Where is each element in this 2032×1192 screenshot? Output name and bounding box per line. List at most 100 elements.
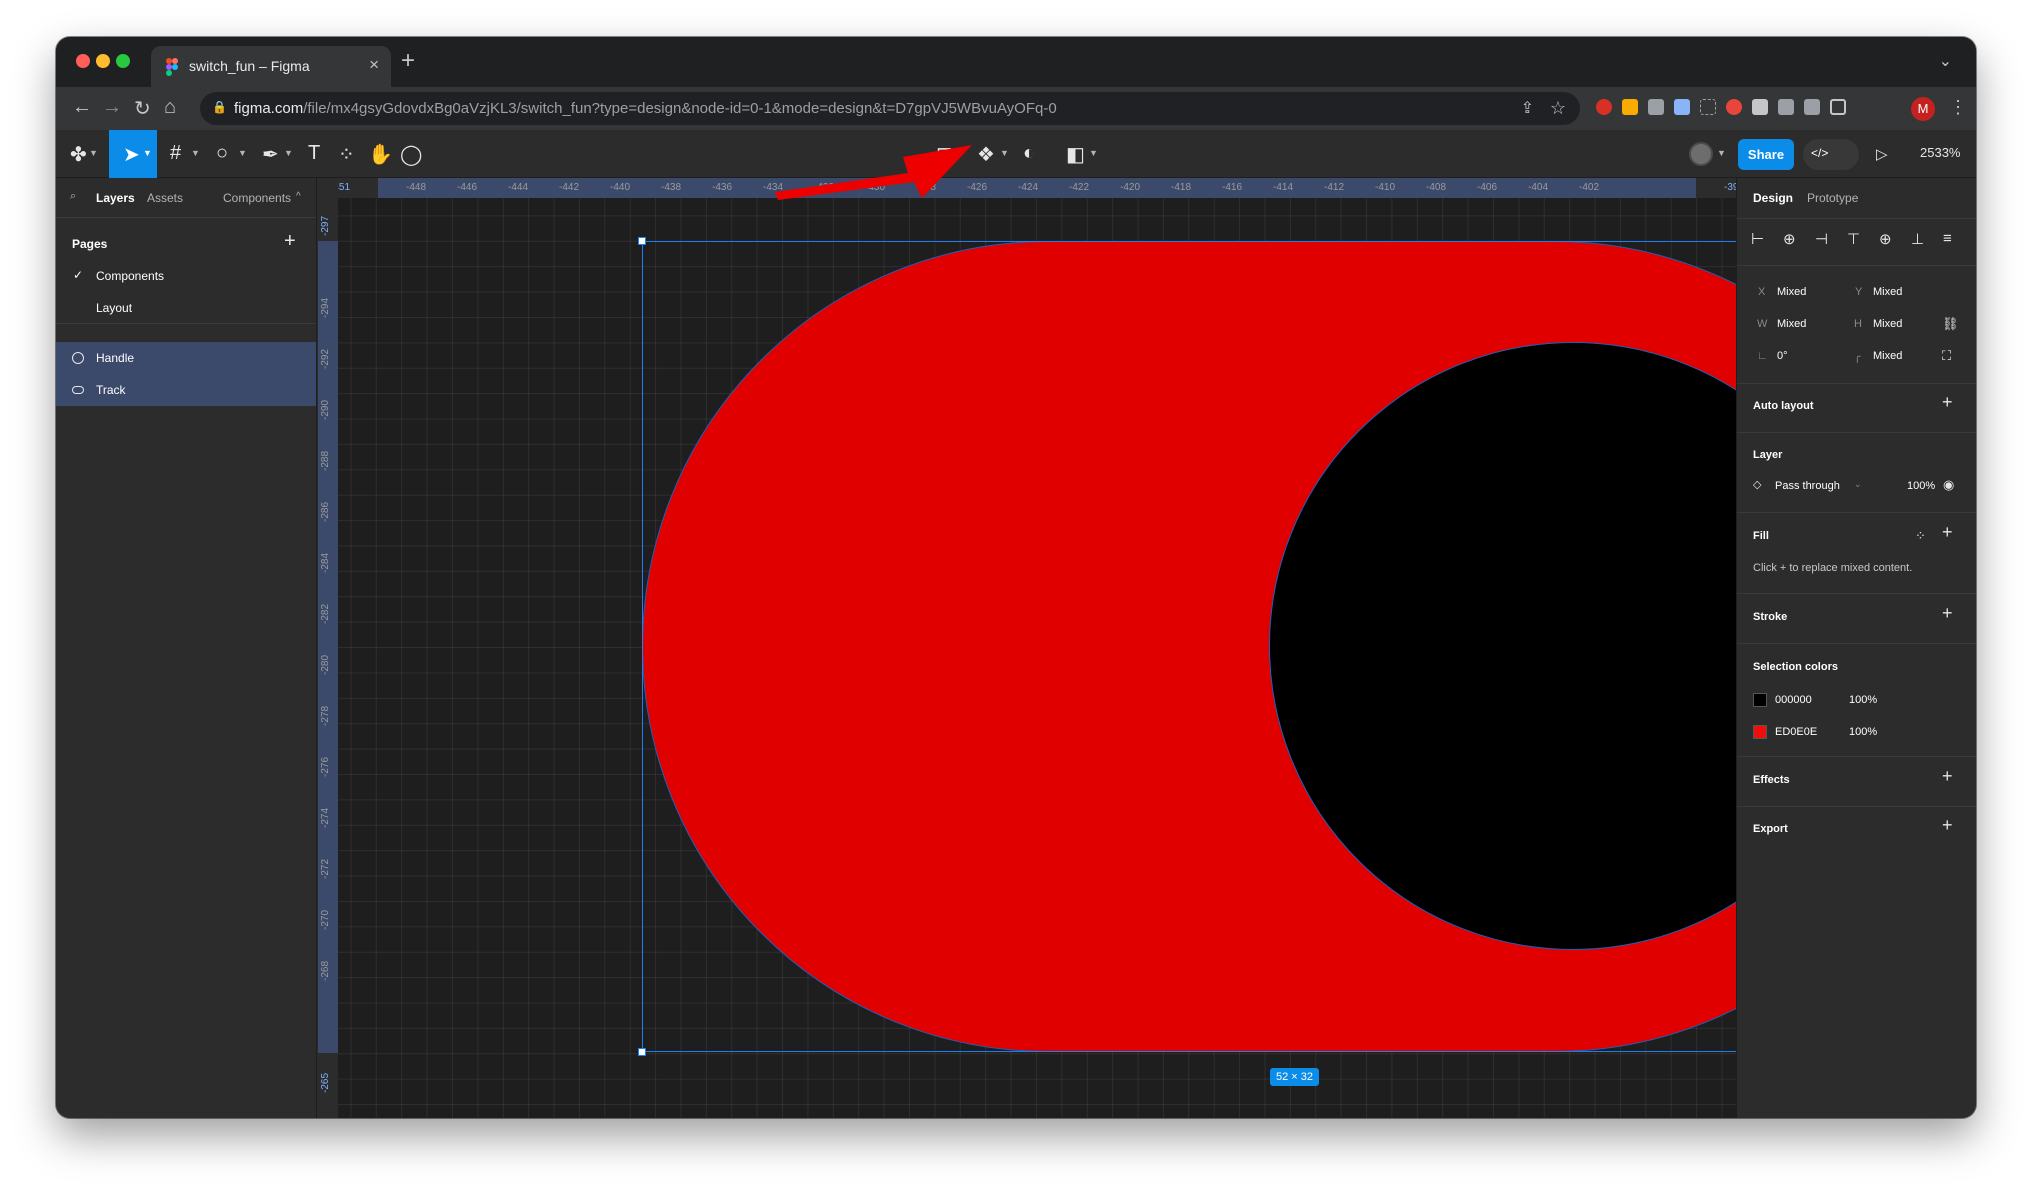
extensions-puzzle-icon[interactable] xyxy=(1752,99,1768,115)
crop-icon[interactable]: ⊞ xyxy=(936,142,953,167)
chevron-down-icon[interactable]: ⌄ xyxy=(1854,479,1862,490)
selection-color-opacity[interactable]: 100% xyxy=(1849,726,1877,738)
add-export-icon[interactable]: + xyxy=(1942,815,1953,836)
browser-tab[interactable]: switch_fun – Figma × xyxy=(151,46,391,87)
h-field[interactable]: Mixed xyxy=(1873,318,1902,330)
independent-corners-icon[interactable]: ⛶ xyxy=(1942,348,1951,364)
align-top-icon[interactable]: ⊤ xyxy=(1847,230,1860,248)
distribute-icon[interactable]: ≡ xyxy=(1943,230,1952,247)
add-effect-icon[interactable]: + xyxy=(1942,766,1953,787)
back-icon[interactable]: ← xyxy=(72,96,92,119)
style-grid-icon[interactable]: ⁘ xyxy=(1915,528,1926,544)
rotation-field[interactable]: 0° xyxy=(1777,350,1788,362)
chevron-down-icon[interactable]: ▼ xyxy=(143,148,152,158)
reading-list-icon[interactable] xyxy=(1778,99,1794,115)
chevron-down-icon[interactable]: ▼ xyxy=(284,148,293,158)
align-vertical-center-icon[interactable]: ⊕ xyxy=(1879,230,1892,248)
extension-blue-icon[interactable] xyxy=(1674,99,1690,115)
close-window-button[interactable] xyxy=(76,54,90,68)
color-swatch-red[interactable] xyxy=(1753,725,1767,739)
dev-mode-toggle[interactable]: </> xyxy=(1803,139,1859,170)
new-tab-button[interactable]: + xyxy=(401,47,415,75)
zoom-level[interactable]: 2533% xyxy=(1920,145,1960,160)
layer-item-handle[interactable]: Handle xyxy=(56,342,316,374)
chevron-up-icon[interactable]: ^ xyxy=(296,191,301,202)
add-auto-layout-icon[interactable]: + xyxy=(1942,392,1953,413)
side-panel-icon[interactable] xyxy=(1830,99,1846,115)
extension-camera-icon[interactable] xyxy=(1648,99,1664,115)
play-icon[interactable]: ▷ xyxy=(1876,145,1888,163)
layer-item-track[interactable]: Track xyxy=(56,374,316,406)
resources-icon[interactable]: ⁘ xyxy=(338,142,355,167)
pen-tool-icon[interactable]: ✒ xyxy=(262,142,279,167)
design-canvas[interactable]: -451 -448 -446 -444 -442 -440 -438 -436 -434 -432… xyxy=(318,178,1792,1118)
share-page-icon[interactable]: ⇪ xyxy=(1521,98,1534,118)
chevron-down-icon[interactable]: ▼ xyxy=(238,148,247,158)
chevron-down-icon[interactable]: ▼ xyxy=(1089,148,1098,158)
color-swatch-black[interactable] xyxy=(1753,693,1767,707)
align-bottom-icon[interactable]: ⊥ xyxy=(1911,230,1924,248)
user-avatar[interactable] xyxy=(1689,142,1713,166)
chevron-down-icon[interactable]: ▼ xyxy=(191,148,200,158)
tab-prototype[interactable]: Prototype xyxy=(1807,191,1858,205)
tab-assets[interactable]: Assets xyxy=(147,191,183,205)
search-icon[interactable]: ⌕ xyxy=(70,190,76,203)
comment-tool-icon[interactable]: ◯ xyxy=(400,142,422,167)
bookmark-star-icon[interactable]: ☆ xyxy=(1550,98,1566,119)
selection-color-hex[interactable]: 000000 xyxy=(1775,694,1812,706)
add-fill-icon[interactable]: + xyxy=(1942,522,1953,543)
hand-tool-icon[interactable]: ✋ xyxy=(368,142,393,167)
component-icon[interactable]: ❖ xyxy=(977,142,995,167)
frame-tool-icon[interactable]: # xyxy=(170,142,181,165)
extension-dashed-icon[interactable] xyxy=(1700,99,1716,115)
selection-color-opacity[interactable]: 100% xyxy=(1849,694,1877,706)
minimize-window-button[interactable] xyxy=(96,54,110,68)
figma-menu-icon[interactable]: ✤ xyxy=(70,142,87,167)
url-text[interactable]: figma.com/file/mx4gsyGdovdxBg0aVzjKL3/sw… xyxy=(234,100,1057,117)
extension-badge-icon[interactable] xyxy=(1726,99,1742,115)
browser-menu-icon[interactable]: ⋮ xyxy=(1949,97,1967,118)
lock-icon[interactable]: 🔒 xyxy=(212,100,227,114)
address-bar[interactable]: 🔒 figma.com/file/mx4gsyGdovdxBg0aVzjKL3/… xyxy=(200,92,1580,125)
text-tool-icon[interactable]: T xyxy=(308,142,320,165)
forward-icon[interactable]: → xyxy=(102,96,122,119)
align-left-icon[interactable]: ⊢ xyxy=(1751,230,1764,248)
align-horizontal-center-icon[interactable]: ⊕ xyxy=(1783,230,1796,248)
extension-red-icon[interactable] xyxy=(1596,99,1612,115)
page-item-layout[interactable]: Layout xyxy=(56,292,316,324)
zoom-window-button[interactable] xyxy=(116,54,130,68)
chevron-down-icon[interactable]: ▼ xyxy=(1717,148,1726,158)
add-stroke-icon[interactable]: + xyxy=(1942,603,1953,624)
w-field[interactable]: Mixed xyxy=(1777,318,1806,330)
tab-design[interactable]: Design xyxy=(1753,191,1793,205)
constrain-proportions-icon[interactable]: ⛓ xyxy=(1942,316,1959,332)
blend-mode-select[interactable]: Pass through xyxy=(1775,480,1840,492)
ellipse-tool-icon[interactable]: ○ xyxy=(216,142,228,165)
chevron-down-icon[interactable]: ▼ xyxy=(1000,148,1009,158)
eye-icon[interactable]: ◉ xyxy=(1943,477,1954,493)
resize-handle-bottom-left[interactable] xyxy=(638,1048,646,1056)
align-right-icon[interactable]: ⊣ xyxy=(1815,230,1828,248)
y-field[interactable]: Mixed xyxy=(1873,286,1902,298)
boolean-groups-icon[interactable]: ◧ xyxy=(1066,142,1085,167)
tab-components[interactable]: Components xyxy=(223,191,291,205)
corner-radius-field[interactable]: Mixed xyxy=(1873,350,1902,362)
tab-layers[interactable]: Layers xyxy=(96,191,135,205)
cursor-icon[interactable]: ➤ xyxy=(123,142,140,167)
profile-avatar[interactable]: M xyxy=(1911,97,1935,121)
x-field[interactable]: Mixed xyxy=(1777,286,1806,298)
layer-opacity-field[interactable]: 100% xyxy=(1907,480,1935,492)
chevron-down-icon[interactable]: ▼ xyxy=(89,148,98,158)
page-item-components[interactable]: ✓ Components xyxy=(56,260,316,292)
extension-yellow-icon[interactable] xyxy=(1622,99,1638,115)
resize-handle-top-left[interactable] xyxy=(638,237,646,245)
download-icon[interactable] xyxy=(1804,99,1820,115)
selection-color-hex[interactable]: ED0E0E xyxy=(1775,726,1817,738)
home-icon[interactable]: ⌂ xyxy=(164,96,176,119)
tab-search-chevron-icon[interactable]: ⌄ xyxy=(1939,51,1952,71)
reload-icon[interactable]: ↻ xyxy=(134,96,151,121)
mask-icon[interactable]: ◐ xyxy=(1023,142,1035,165)
share-button[interactable]: Share xyxy=(1738,139,1794,170)
tab-close-icon[interactable]: × xyxy=(369,55,379,75)
add-page-icon[interactable]: + xyxy=(284,230,296,253)
